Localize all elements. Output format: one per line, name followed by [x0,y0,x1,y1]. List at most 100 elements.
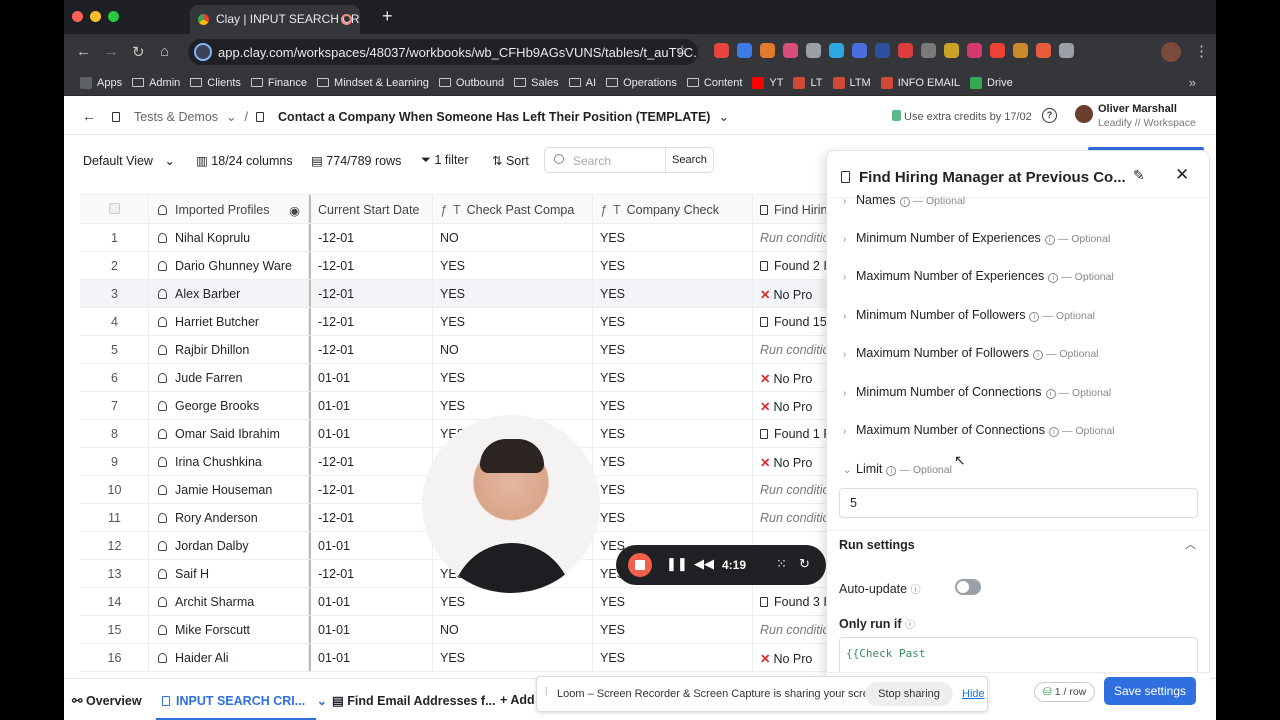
table-row[interactable]: 1 Nihal Koprulu -12-01 NO YES Run condition [80,224,840,252]
company-check-cell[interactable]: YES [593,364,753,391]
close-icon[interactable]: ✕ [1175,165,1189,185]
column-header[interactable]: Imported Profiles ◉ [149,195,309,223]
company-check-cell[interactable]: YES [593,224,753,251]
bookmark-drive[interactable]: Drive [970,76,1013,89]
start-date-cell[interactable]: 01-01 [309,364,433,391]
profile-cell[interactable]: Harriet Butcher [149,308,309,335]
company-check-cell[interactable]: YES [593,252,753,279]
reload-icon[interactable]: ↻ [132,43,145,61]
stop-recording-button[interactable] [628,553,652,577]
column-header[interactable]: ƒ T Check Past Compa [433,195,593,223]
profile-cell[interactable]: Irina Chushkina [149,448,309,475]
auto-update-toggle[interactable] [955,579,981,595]
crumb-current[interactable]: Contact a Company When Someone Has Left … [278,110,710,124]
bookmark-clients[interactable]: Clients [190,77,241,89]
profile-cell[interactable]: Alex Barber [149,280,309,307]
profile-cell[interactable]: Jude Farren [149,364,309,391]
profile-cell[interactable]: Dario Ghunney Ware [149,252,309,279]
back-arrow-icon[interactable]: ← [76,43,91,60]
credits-notice[interactable]: Use extra credits by 17/02 [892,110,1032,123]
drag-handle-icon[interactable]: ⦙ [545,686,547,699]
limit-input[interactable]: 5 [839,488,1198,518]
start-date-cell[interactable]: -12-01 [309,252,433,279]
company-check-cell[interactable]: YES [593,476,753,503]
profile-cell[interactable]: Omar Said Ibrahim [149,420,309,447]
more-bookmarks-icon[interactable]: » [1189,75,1196,90]
profile-cell[interactable]: Archit Sharma [149,588,309,615]
hide-link[interactable]: Hide [962,688,985,700]
forward-arrow-icon[interactable]: → [104,43,119,60]
start-date-cell[interactable]: -12-01 [309,476,433,503]
url-field[interactable]: app.clay.com/workspaces/48037/workbooks/… [188,39,698,65]
pause-icon[interactable]: ❚❚ [666,556,688,572]
table-row[interactable]: 3 Alex Barber -12-01 YES YES ✕ No Pro [80,280,840,308]
table-row[interactable]: 4 Harriet Butcher -12-01 YES YES Found 15 [80,308,840,336]
tab-input-search[interactable]: INPUT SEARCH CRI... ⌄ [162,693,327,708]
company-check-cell[interactable]: YES [593,336,753,363]
start-date-cell[interactable]: -12-01 [309,280,433,307]
home-icon[interactable]: ⌂ [160,43,169,60]
search-button[interactable]: Search [665,148,713,172]
search-input[interactable]: Search [573,154,611,168]
window-controls[interactable] [72,11,119,22]
add-tab-button[interactable]: + Add [500,693,535,707]
optional-field[interactable]: › Minimum Number of Experiences i — Optiona… [843,231,1110,245]
select-all-checkbox[interactable] [80,195,149,223]
table-row[interactable]: 16 Haider Ali 01-01 YES YES ✕ No Pro [80,644,840,672]
restart-icon[interactable]: ↻ [799,556,810,572]
start-date-cell[interactable]: 01-01 [309,532,433,559]
bookmark-content[interactable]: Content [686,77,742,89]
bookmark-lt[interactable]: LT [793,76,823,89]
start-date-cell[interactable]: 01-01 [309,420,433,447]
chevron-down-icon[interactable]: ⌄ [718,109,728,124]
table-row[interactable]: 7 George Brooks 01-01 YES YES ✕ No Pro [80,392,840,420]
avatar[interactable] [1075,105,1093,123]
start-date-cell[interactable]: 01-01 [309,392,433,419]
optional-field[interactable]: › Minimum Number of Followers i — Optional [843,308,1095,322]
optional-field[interactable]: › Maximum Number of Connections i — Optiona… [843,423,1115,437]
company-check-cell[interactable]: YES [593,644,753,671]
check-past-cell[interactable]: NO [433,336,593,363]
column-header[interactable]: Current Start Date [309,195,433,223]
check-past-cell[interactable]: YES [433,308,593,335]
help-icon[interactable]: ? [1042,108,1057,123]
table-row[interactable]: 2 Dario Ghunney Ware -12-01 YES YES Found 2 I [80,252,840,280]
company-check-cell[interactable]: YES [593,280,753,307]
profile-cell[interactable]: Jamie Houseman [149,476,309,503]
back-button[interactable]: ← [82,108,96,124]
company-check-cell[interactable]: YES [593,420,753,447]
table-row[interactable]: 6 Jude Farren 01-01 YES YES ✕ No Pro [80,364,840,392]
profile-cell[interactable]: Saif H [149,560,309,587]
profile-cell[interactable]: Nihal Koprulu [149,224,309,251]
browser-tab[interactable]: Clay | INPUT SEARCH CRI [190,5,360,34]
check-past-cell[interactable]: YES [433,644,593,671]
chevron-up-icon[interactable]: ︿ [1185,536,1196,552]
chevron-down-icon[interactable]: ⌄ [226,109,236,124]
start-date-cell[interactable]: 01-01 [309,588,433,615]
profile-cell[interactable]: Mike Forscutt [149,616,309,643]
company-check-cell[interactable]: YES [593,392,753,419]
start-date-cell[interactable]: -12-01 [309,336,433,363]
extensions-row[interactable] [714,43,1074,58]
column-header[interactable]: ƒ T Company Check [593,195,753,223]
new-tab-button[interactable]: + [382,6,393,27]
pencil-icon[interactable]: ✎ [1133,167,1145,184]
start-date-cell[interactable]: -12-01 [309,504,433,531]
profile-cell[interactable]: Jordan Dalby [149,532,309,559]
company-check-cell[interactable]: YES [593,504,753,531]
profile-cell[interactable]: George Brooks [149,392,309,419]
site-info-icon[interactable] [194,43,212,61]
bookmark-info-email[interactable]: INFO EMAIL [880,76,960,89]
check-past-cell[interactable]: NO [433,224,593,251]
check-past-cell[interactable]: YES [433,280,593,307]
company-check-cell[interactable]: YES [593,308,753,335]
start-date-cell[interactable]: 01-01 [309,644,433,671]
check-past-cell[interactable]: YES [433,252,593,279]
bookmark-outbound[interactable]: Outbound [438,77,504,89]
optional-field[interactable]: ⌄ Limit i — Optional [843,462,952,476]
bookmark-finance[interactable]: Finance [250,77,307,89]
optional-field[interactable]: › Maximum Number of Followers i — Optional [843,346,1099,360]
condition-editor[interactable]: {{Check Past [839,637,1198,677]
bookmark-sales[interactable]: Sales [514,77,559,89]
save-settings-button[interactable]: Save settings [1104,677,1196,705]
